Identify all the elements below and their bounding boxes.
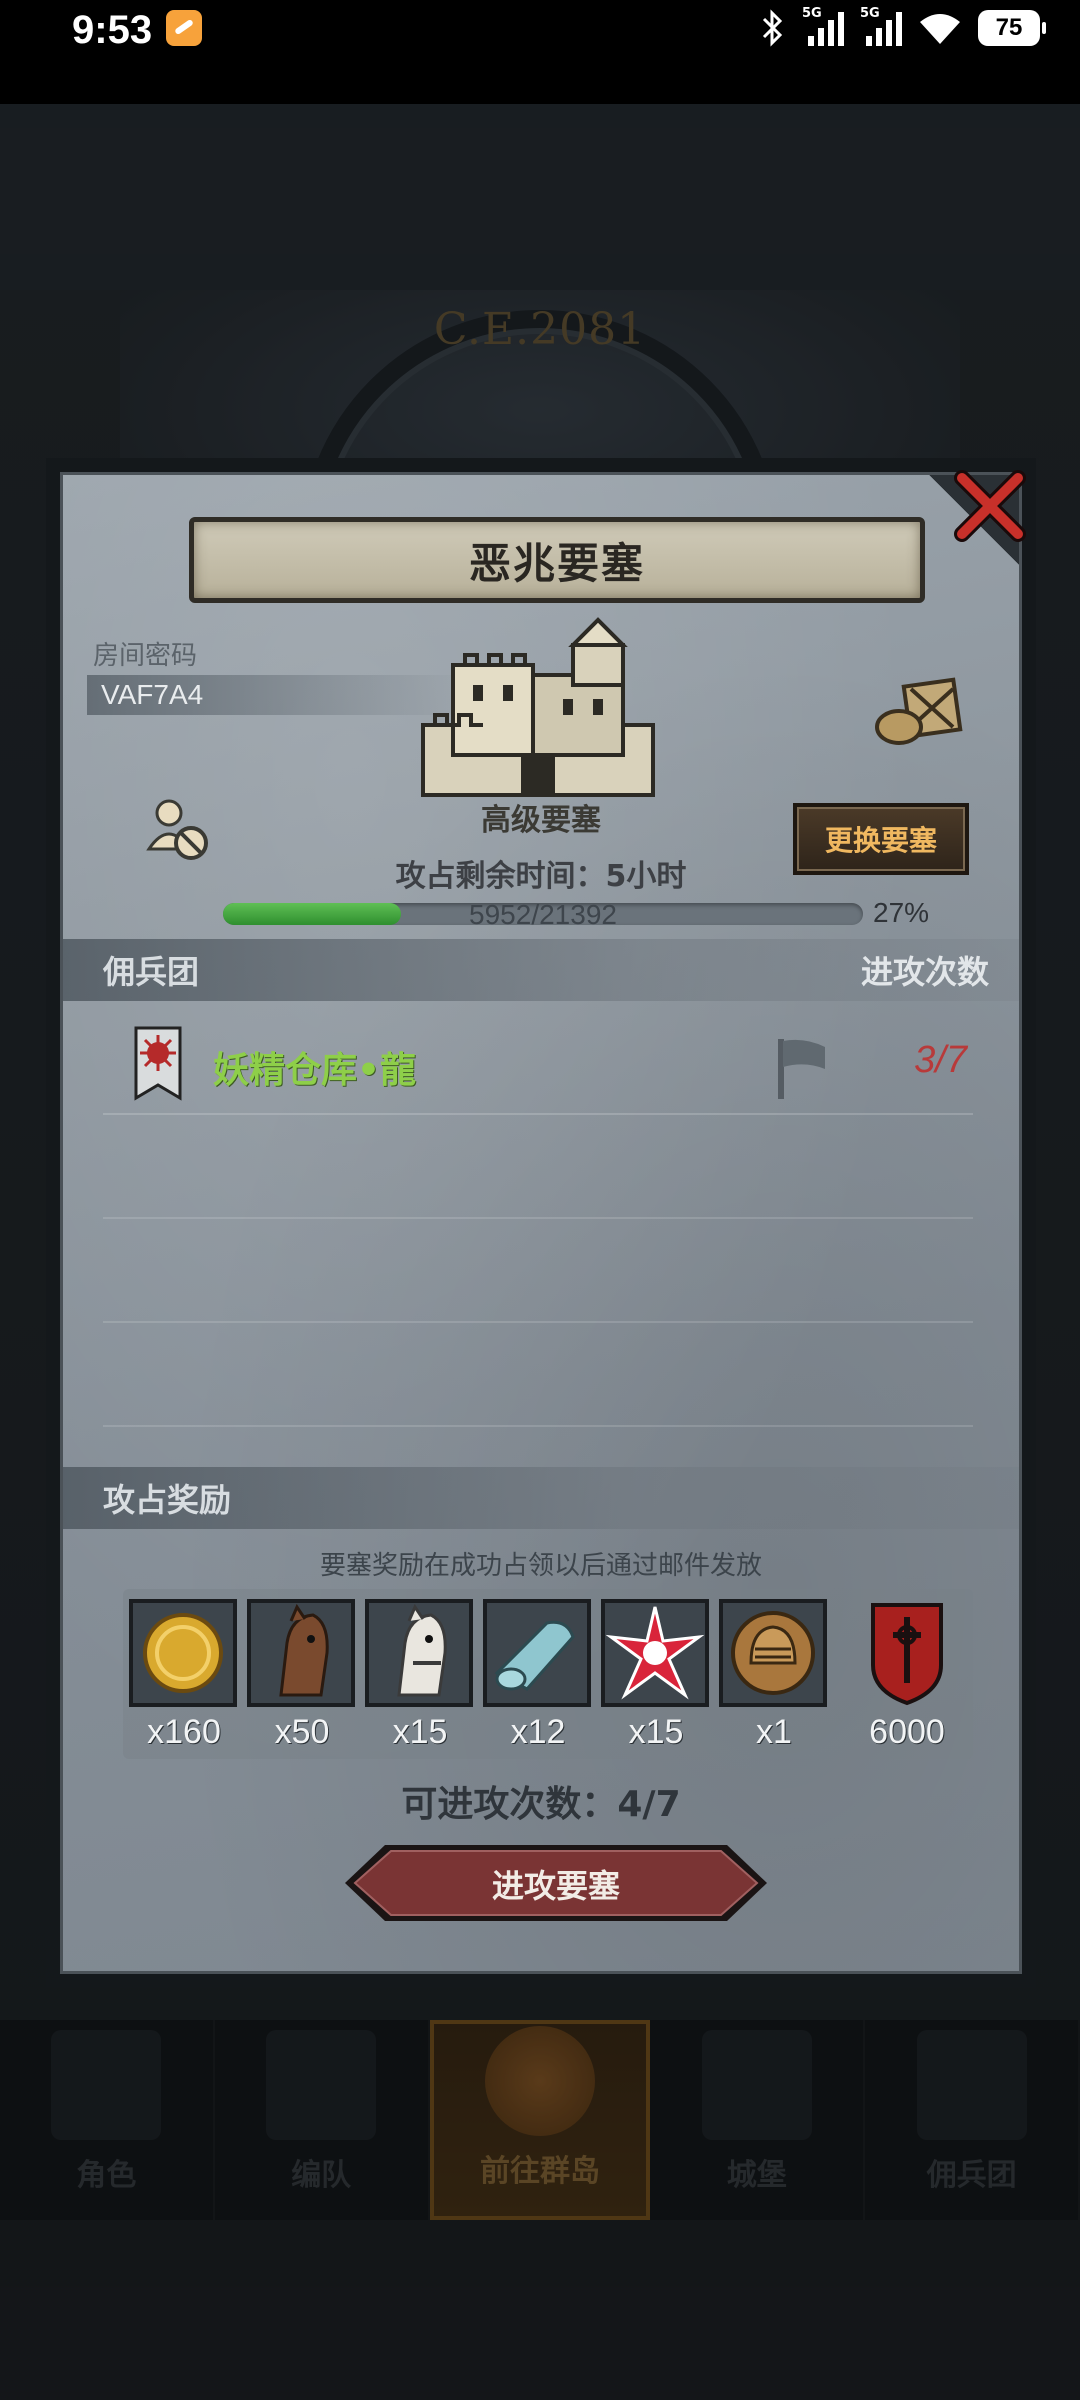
reward-list: x160 x50 x15 x12 x15 x1 6000 <box>123 1589 973 1759</box>
dialog-panel: 恶兆要塞 房间密码 VAF7A4 高级要塞 更换要塞 攻占剩余时间：5小时 59… <box>60 472 1022 1974</box>
remaining-time: 攻占剩余时间：5小时 <box>395 859 687 894</box>
guild-banner-icon <box>134 1026 182 1101</box>
flag-icon <box>778 1039 825 1099</box>
attack-fortress-label: 进攻要塞 <box>491 1867 620 1905</box>
dialog-title: 恶兆要塞 <box>468 538 645 588</box>
knight-helmet-icon <box>719 1599 827 1707</box>
guild-attack-count: 3/7 <box>914 1039 967 1081</box>
empty-slot <box>103 1219 973 1323</box>
reward-quantity: x15 <box>392 1713 448 1751</box>
progress-percent: 27% <box>873 897 930 928</box>
wifi-icon <box>920 14 960 44</box>
battery-icon: 75 <box>978 10 1046 46</box>
cloth-roll-icon <box>483 1599 591 1707</box>
reward-note: 要塞奖励在成功占领以后通过邮件发放 <box>319 1551 762 1581</box>
reward-quantity: 6000 <box>869 1713 945 1751</box>
room-code-bar: VAF7A4 <box>87 675 467 715</box>
progress-value: 5952/21392 <box>469 899 617 930</box>
red-star-icon <box>601 1599 709 1707</box>
attack-fortress-button[interactable]: 进攻要塞 <box>341 1841 771 1925</box>
signal-icon: 5G <box>802 6 844 46</box>
signal-icon: 5G <box>860 6 902 46</box>
reward-quantity: x160 <box>147 1713 221 1751</box>
room-code[interactable]: VAF7A4 <box>101 679 203 711</box>
reward-item[interactable]: x15 <box>601 1599 711 1752</box>
battery-level: 75 <box>995 14 1023 41</box>
reward-quantity: x1 <box>756 1713 792 1751</box>
status-icons: 5G 5G 75 <box>760 6 1046 50</box>
reward-quantity: x12 <box>510 1713 566 1751</box>
reward-item[interactable]: x1 <box>719 1599 829 1752</box>
fortress-icon <box>421 617 655 797</box>
app-notification-icon <box>166 10 202 46</box>
reward-quantity: x15 <box>628 1713 684 1751</box>
brown-horse-icon <box>247 1599 355 1707</box>
network-type-label: 5G <box>860 6 880 21</box>
mercenary-header-title: 佣兵团 <box>103 953 200 991</box>
attacks-remaining: 可进攻次数：4/7 <box>401 1784 681 1825</box>
network-type-label: 5G <box>802 6 822 21</box>
occupation-progress: 5952/21392 <box>223 899 863 930</box>
mercenary-header: 佣兵团 进攻次数 <box>63 939 1019 1001</box>
white-horse-icon <box>365 1599 473 1707</box>
reward-quantity: x50 <box>274 1713 330 1751</box>
reward-header-title: 攻占奖励 <box>103 1481 232 1519</box>
attack-count-header: 进攻次数 <box>860 953 989 991</box>
mercenary-row[interactable]: 妖精仓库•龍 3/7 <box>103 1019 973 1115</box>
reward-item[interactable]: 6000 <box>847 1599 967 1752</box>
empty-slot <box>103 1323 973 1427</box>
close-icon[interactable] <box>950 466 1030 546</box>
room-password-label: 房间密码 <box>93 641 198 671</box>
reward-item[interactable]: x12 <box>483 1599 593 1752</box>
fortress-dialog: 恶兆要塞 房间密码 VAF7A4 高级要塞 更换要塞 攻占剩余时间：5小时 59… <box>46 458 1036 1988</box>
status-time: 9:53 <box>72 8 153 52</box>
guild-name: 妖精仓库•龍 <box>213 1050 417 1091</box>
reward-item[interactable]: x50 <box>247 1599 357 1752</box>
reward-header: 攻占奖励 <box>63 1467 1019 1529</box>
title-banner: 恶兆要塞 <box>189 517 925 603</box>
empty-slot <box>103 1115 973 1219</box>
supply-crate-icon[interactable] <box>873 671 963 747</box>
guild-shield-icon <box>871 1603 943 1706</box>
reward-item[interactable]: x15 <box>365 1599 475 1752</box>
gold-coin-icon <box>129 1599 237 1707</box>
status-bar: 9:53 5G 5G 75 <box>0 0 1080 104</box>
reward-item[interactable]: x160 <box>129 1599 239 1752</box>
bluetooth-icon <box>762 9 783 47</box>
